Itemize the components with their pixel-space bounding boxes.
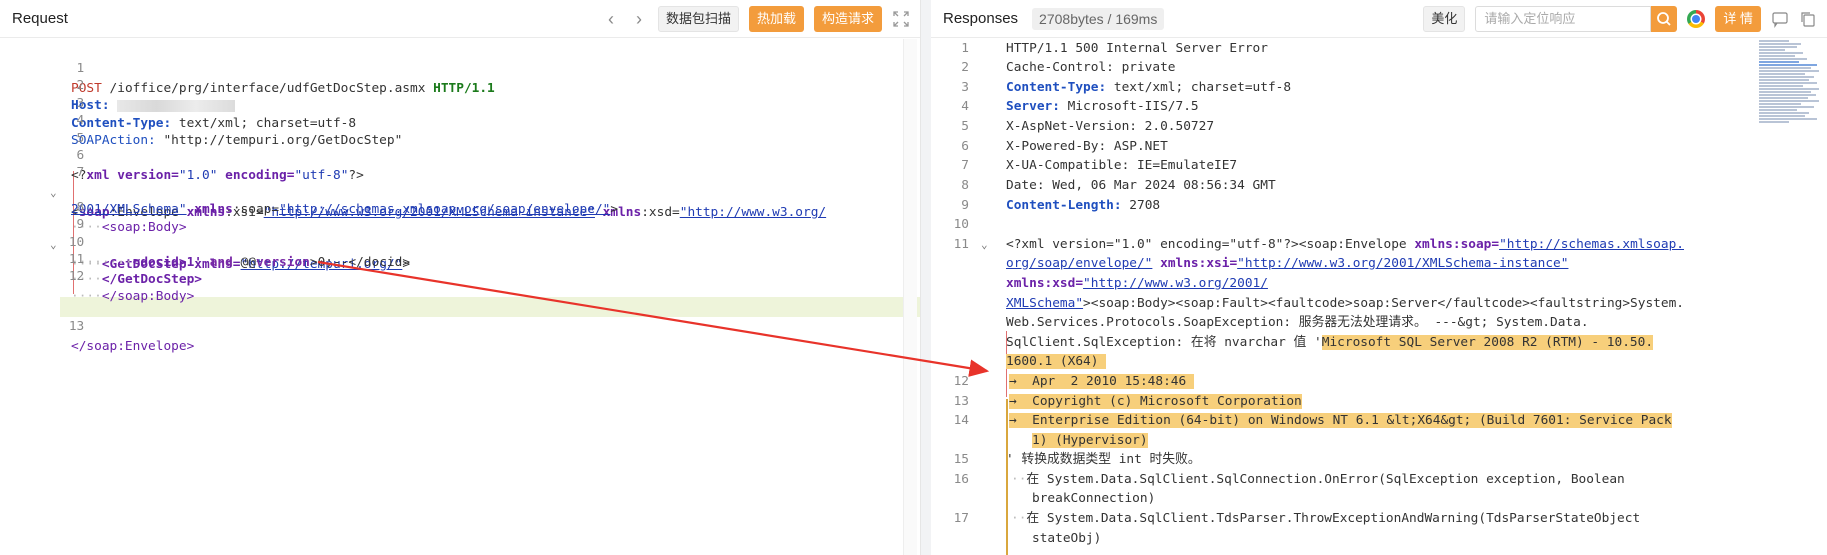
code-line: 4 SOAPAction: "http://tempuri.org/GetDoc… — [71, 113, 403, 148]
code-line: 7 X-UA-Compatible: IE=EmulateIE7 — [961, 158, 1238, 173]
code-line: 13 → Copyright (c) Microsoft Corporation — [953, 394, 1302, 409]
code-line: 5 X-AspNet-Version: 2.0.50727 — [961, 119, 1215, 134]
code-line: 12 → Apr 2 2010 15:48:46 — [953, 374, 1194, 389]
code-line-wrap: xmlns:xsd="http://www.w3.org/2001/ — [1006, 276, 1268, 291]
code-line: 1 HTTP/1.1 500 Internal Server Error — [961, 41, 1268, 56]
code-line-wrap: breakConnection) — [1032, 491, 1156, 506]
code-line-wrap: XMLSchema"><soap:Body><soap:Fault><fault… — [1006, 296, 1684, 311]
request-toolbar: ‹ › 数据包扫描 热加载 构造请求 — [602, 0, 910, 38]
response-editor[interactable]: 1 HTTP/1.1 500 Internal Server Error 2 Cac… — [931, 39, 1827, 555]
code-line-wrap: stateObj) — [1032, 531, 1102, 546]
code-line: 14 → Enterprise Edition (64-bit) on Windo… — [953, 413, 1672, 428]
code-line: 13 </soap:Envelope> — [68, 319, 195, 354]
code-line: 9 ⌄ ····<GetDocStep xmlns="http://tempur… — [50, 217, 411, 272]
code-line: 8 Date: Wed, 06 Mar 2024 08:56:34 GMT — [961, 178, 1276, 193]
code-line: 2 Cache-Control: private — [961, 60, 1176, 75]
code-line: 9 Content-Length: 2708 — [961, 198, 1161, 213]
request-editor[interactable]: 1 POST /ioffice/prg/interface/udfGetDocS… — [0, 39, 920, 555]
sql-version-highlight: Microsoft SQL Server 2008 R2 (RTM) - 10.… — [1321, 335, 1654, 350]
code-line-wrap: Web.Services.Protocols.SoapException: 服务… — [1006, 315, 1589, 330]
next-arrow-icon[interactable]: › — [630, 0, 648, 38]
response-pane: Responses 2708bytes / 169ms 美化 请输入定位响应 详… — [931, 0, 1827, 555]
request-title: Request — [12, 10, 68, 27]
code-line: 6 X-Powered-By: ASP.NET — [961, 139, 1168, 154]
locate-search-input[interactable]: 请输入定位响应 — [1475, 6, 1652, 32]
chrome-browser-icon[interactable] — [1687, 10, 1706, 28]
request-scrollbar[interactable] — [903, 39, 917, 555]
beautify-button[interactable]: 美化 — [1423, 6, 1466, 32]
copy-icon[interactable] — [1799, 10, 1817, 28]
code-line: 2 Host: — [0, 56, 920, 113]
code-line: 3 Content-Type: text/xml; charset=utf-8 — [961, 80, 1292, 95]
request-header: Request ‹ › 数据包扫描 热加载 构造请求 — [0, 0, 920, 38]
code-line: 10 — [953, 217, 969, 232]
build-request-button[interactable]: 构造请求 — [813, 6, 882, 32]
prev-arrow-icon[interactable]: ‹ — [602, 0, 620, 38]
code-line: 4 Server: Microsoft-IIS/7.5 — [961, 99, 1199, 114]
code-line: 11 ⌄ <?xml version="1.0" encoding="utf-8"?… — [931, 235, 1827, 255]
detail-button[interactable]: 详 情 — [1715, 6, 1761, 32]
comment-icon[interactable] — [1771, 10, 1789, 28]
code-line-wrap: SqlClient.SqlException: 在将 nvarchar 值 'M… — [1006, 335, 1654, 350]
hot-reload-button[interactable]: 热加载 — [748, 6, 804, 32]
code-line: 16 ··在 System.Data.SqlClient.SqlConnectio… — [953, 472, 1625, 487]
code-line: 12 ····</soap:Body> — [68, 269, 195, 304]
response-toolbar: 美化 请输入定位响应 详 情 — [1423, 0, 1817, 38]
response-size-badge: 2708bytes / 169ms — [1032, 7, 1165, 30]
request-pane: Request ‹ › 数据包扫描 热加载 构造请求 1 POST /ioffi… — [0, 0, 921, 555]
pane-divider[interactable] — [921, 0, 931, 555]
packet-scan-button[interactable]: 数据包扫描 — [657, 6, 739, 32]
code-line-wrap: 1) (Hypervisor) — [1032, 433, 1148, 448]
response-header: Responses 2708bytes / 169ms 美化 请输入定位响应 详… — [931, 0, 1827, 38]
expand-icon[interactable] — [892, 10, 910, 28]
code-line-wrap: 1600.1 (X64) — [1006, 354, 1107, 369]
code-line: 15 ' 转换成数据类型 int 时失败。 — [953, 452, 1201, 467]
response-title: Responses — [943, 10, 1019, 27]
code-line: 17 ··在 System.Data.SqlClient.TdsParser.Th… — [953, 511, 1641, 526]
fold-chevron-icon[interactable]: ⌄ — [981, 235, 988, 255]
search-icon[interactable] — [1651, 6, 1678, 32]
code-line-wrap: 2001/XMLSchema" xmlns:soap="http://schem… — [71, 202, 619, 217]
code-line-wrap: org/soap/envelope/" xmlns:xsi="http://ww… — [1006, 256, 1569, 271]
